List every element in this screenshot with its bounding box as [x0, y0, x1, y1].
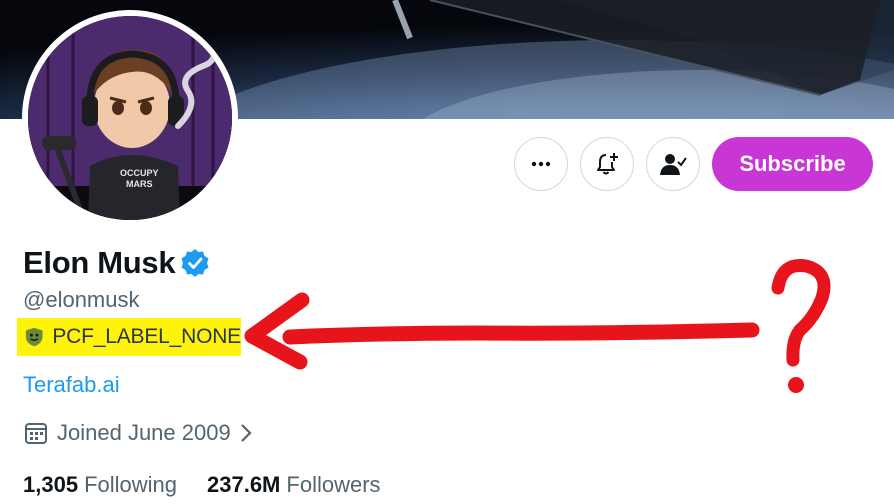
display-name: Elon Musk: [23, 245, 176, 280]
following-label: Following: [84, 472, 177, 497]
name-row: Elon Musk: [23, 245, 210, 281]
more-dots-icon: [531, 161, 551, 167]
followers-label: Followers: [286, 472, 381, 497]
shield-badge-icon: [25, 327, 43, 347]
verified-badge-icon[interactable]: [180, 248, 210, 278]
website-link[interactable]: Terafab.ai: [23, 372, 120, 398]
joined-row[interactable]: Joined June 2009: [23, 420, 253, 446]
followers-stat[interactable]: 237.6M Followers: [207, 472, 381, 498]
chevron-right-icon[interactable]: [239, 422, 253, 444]
profile-label-highlighted: PCF_LABEL_NONE: [17, 318, 241, 356]
joined-date: Joined June 2009: [57, 420, 231, 445]
avatar[interactable]: OCCUPY MARS: [22, 10, 238, 226]
following-stat[interactable]: 1,305 Following: [23, 472, 177, 498]
person-check-icon: [660, 154, 687, 175]
handle: @elonmusk: [23, 287, 140, 312]
red-arrow-annotation: [244, 292, 760, 370]
following-button[interactable]: [646, 137, 700, 191]
subscribe-button[interactable]: Subscribe: [712, 137, 873, 191]
following-count: 1,305: [23, 472, 79, 497]
shirt-text-2: MARS: [126, 179, 153, 189]
more-button[interactable]: [514, 137, 568, 191]
profile-label-text: PCF_LABEL_NONE: [52, 325, 241, 348]
bell-plus-icon: [597, 153, 618, 175]
shirt-text-1: OCCUPY: [120, 168, 159, 178]
notifications-button[interactable]: [580, 137, 634, 191]
stats-row: 1,305 Following 237.6M Followers: [23, 472, 381, 498]
calendar-icon: [25, 423, 47, 444]
followers-count: 237.6M: [207, 472, 281, 497]
question-mark-annotation: [771, 258, 831, 393]
avatar-image: OCCUPY MARS: [28, 16, 232, 220]
